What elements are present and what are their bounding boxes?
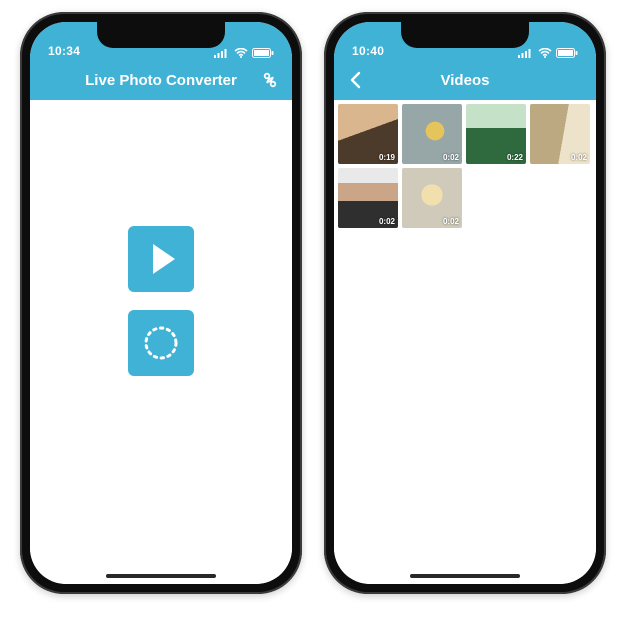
status-right-icons	[518, 48, 578, 58]
phone-screen-videos: 10:40 Videos 0:19 0:02 0:22 0:02 0:02 0:02	[334, 22, 596, 584]
phone-frame-left: 10:34 Live Photo Converter	[20, 12, 302, 594]
notch	[401, 22, 529, 48]
battery-icon	[252, 48, 274, 58]
video-grid: 0:19 0:02 0:22 0:02 0:02 0:02	[334, 100, 596, 232]
video-thumbnail[interactable]: 0:19	[338, 104, 398, 164]
video-thumbnail[interactable]: 0:02	[338, 168, 398, 228]
live-photo-icon	[142, 324, 180, 362]
video-duration: 0:02	[571, 153, 587, 162]
signal-icon	[518, 48, 534, 58]
status-right-icons	[214, 48, 274, 58]
video-thumbnail[interactable]: 0:02	[402, 168, 462, 228]
video-thumbnail[interactable]: 0:22	[466, 104, 526, 164]
back-button[interactable]	[344, 68, 368, 92]
battery-icon	[556, 48, 578, 58]
play-icon	[153, 244, 175, 274]
settings-icon	[260, 70, 280, 90]
wifi-icon	[538, 48, 552, 58]
signal-icon	[214, 48, 230, 58]
video-duration: 0:02	[379, 217, 395, 226]
status-time: 10:34	[48, 44, 80, 58]
video-duration: 0:19	[379, 153, 395, 162]
main-content	[30, 100, 292, 584]
video-thumbnail[interactable]: 0:02	[530, 104, 590, 164]
center-buttons	[128, 226, 194, 376]
video-thumbnail[interactable]: 0:02	[402, 104, 462, 164]
phone-frame-right: 10:40 Videos 0:19 0:02 0:22 0:02 0:02 0:02	[324, 12, 606, 594]
video-duration: 0:02	[443, 217, 459, 226]
home-indicator	[410, 574, 520, 578]
status-time: 10:40	[352, 44, 384, 58]
nav-bar: Live Photo Converter	[30, 60, 292, 100]
settings-button[interactable]	[258, 68, 282, 92]
video-duration: 0:22	[507, 153, 523, 162]
video-duration: 0:02	[443, 153, 459, 162]
notch	[97, 22, 225, 48]
chevron-left-icon	[349, 71, 363, 89]
live-photo-mode-button[interactable]	[128, 310, 194, 376]
home-indicator	[106, 574, 216, 578]
nav-title: Live Photo Converter	[85, 72, 237, 89]
phone-screen-main: 10:34 Live Photo Converter	[30, 22, 292, 584]
nav-bar: Videos	[334, 60, 596, 100]
videos-content: 0:19 0:02 0:22 0:02 0:02 0:02	[334, 100, 596, 584]
wifi-icon	[234, 48, 248, 58]
video-mode-button[interactable]	[128, 226, 194, 292]
nav-title: Videos	[441, 72, 490, 89]
